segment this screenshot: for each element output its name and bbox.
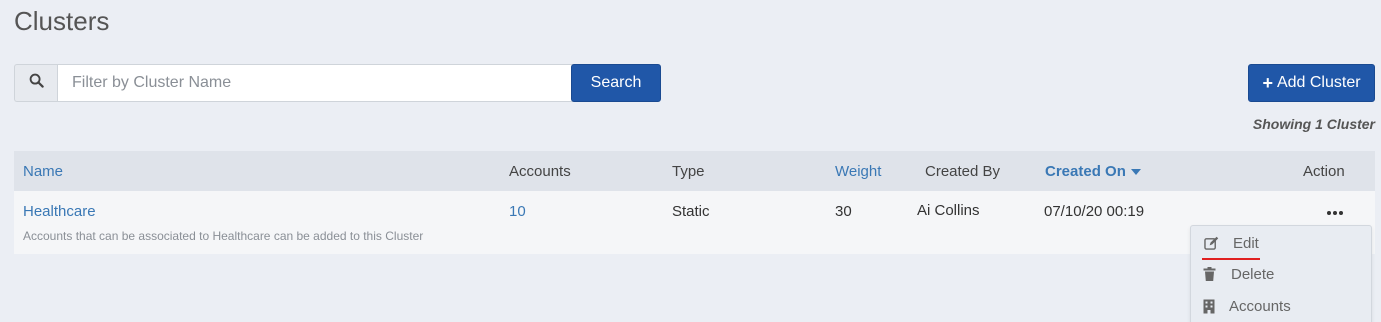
column-header-created-on[interactable]: Created On — [1045, 163, 1141, 180]
column-header-weight[interactable]: Weight — [835, 163, 881, 180]
search-icon — [29, 73, 44, 93]
menu-item-delete[interactable]: Delete — [1191, 259, 1371, 289]
table-row: Healthcare Accounts that can be associat… — [14, 191, 1375, 254]
building-icon — [1201, 298, 1217, 314]
cluster-created-on: 07/10/20 00:19 — [1044, 203, 1145, 220]
column-header-created-by: Created By — [925, 163, 1001, 180]
search-addon — [14, 64, 57, 102]
column-header-action: Action — [1303, 163, 1345, 180]
clusters-page: Clusters Search + Add Cluster Showing 1 … — [0, 0, 1381, 322]
menu-item-edit-label: Edit — [1233, 234, 1259, 252]
search-input[interactable] — [57, 64, 581, 102]
column-header-name[interactable]: Name — [23, 163, 63, 180]
menu-item-edit[interactable]: Edit — [1191, 228, 1371, 260]
search-button[interactable]: Search — [571, 64, 661, 102]
add-cluster-button[interactable]: + Add Cluster — [1248, 64, 1375, 102]
search-group — [14, 64, 581, 102]
menu-item-accounts[interactable]: Accounts — [1191, 291, 1371, 321]
table-header: Name Accounts Type Weight Created By Cre… — [14, 151, 1375, 191]
column-header-accounts: Accounts — [509, 163, 571, 180]
plus-icon: + — [1262, 73, 1273, 93]
action-menu: Edit Delete Accounts — [1190, 225, 1372, 322]
result-count: Showing 1 Cluster — [1252, 116, 1375, 132]
accounts-count-link[interactable]: 10 — [509, 203, 526, 220]
cluster-weight: 30 — [835, 203, 852, 220]
menu-item-delete-label: Delete — [1231, 265, 1275, 283]
column-header-type: Type — [672, 163, 705, 180]
add-cluster-label: Add Cluster — [1276, 74, 1361, 91]
more-horizontal-icon[interactable] — [1327, 207, 1343, 219]
cluster-description: Accounts that can be associated to Healt… — [23, 229, 424, 243]
cluster-created-by: Ai Collins — [917, 202, 980, 219]
cluster-type: Static — [672, 203, 710, 220]
cluster-name-link[interactable]: Healthcare — [23, 203, 96, 220]
edit-icon — [1203, 235, 1219, 251]
column-header-created-on-label: Created On — [1045, 163, 1126, 180]
sort-descending-icon — [1130, 169, 1141, 176]
menu-item-accounts-label: Accounts — [1229, 297, 1291, 315]
page-title: Clusters — [14, 6, 110, 36]
trash-icon — [1201, 266, 1217, 282]
